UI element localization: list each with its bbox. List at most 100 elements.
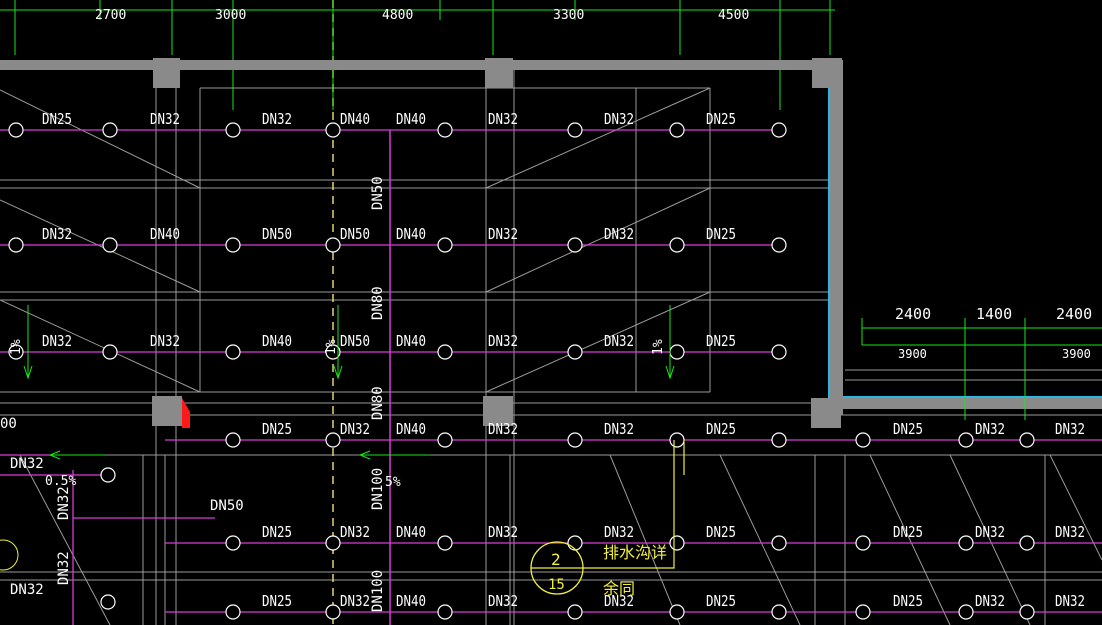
pipe-size-label: DN32 (150, 332, 180, 350)
sprinkler-head (855, 535, 871, 551)
sprinkler-head (567, 237, 583, 253)
pipe-size-label: DN25 (706, 225, 736, 243)
slope-label: 0.5% (45, 474, 76, 489)
sprinkler-head (325, 237, 341, 253)
left-edge-label: 00 (0, 416, 17, 432)
sprinkler-head (567, 604, 583, 620)
slope-label: 1% (324, 339, 339, 355)
top-dimension-3: 4800 (382, 8, 413, 23)
sprinkler-head (437, 432, 453, 448)
sprinkler-head (855, 604, 871, 620)
pipe-size-label: DN32 (150, 110, 180, 128)
top-dimension-4: 3300 (553, 8, 584, 23)
sprinkler-head (771, 604, 787, 620)
pipe-size-label: DN32 (42, 332, 72, 350)
slope-label: 5% (385, 475, 401, 490)
sprinkler-head (100, 467, 116, 483)
pipe-size-label: DN32 (488, 110, 518, 128)
pipe-size-label: DN40 (396, 225, 426, 243)
pipe-size-label: DN40 (396, 332, 426, 350)
sprinkler-head (771, 122, 787, 138)
sprinkler-head (669, 604, 685, 620)
sprinkler-head (771, 432, 787, 448)
sprinkler-head (669, 535, 685, 551)
pipe-size-label: DN32 (604, 225, 634, 243)
pipe-size-label: DN25 (262, 420, 292, 438)
detail-note-line1: 排水沟详 (603, 543, 667, 562)
sprinkler-head (225, 535, 241, 551)
right-wing-wall (843, 398, 1102, 409)
detail-number: 2 (551, 550, 561, 569)
sprinkler-head (225, 237, 241, 253)
sprinkler-head (1019, 604, 1035, 620)
left-pipe-label: DN32 (56, 551, 72, 585)
sprinkler-head (855, 432, 871, 448)
branch-pipe-label: DN50 (210, 498, 244, 514)
pipe-size-label: DN25 (706, 592, 736, 610)
pipe-size-label: DN25 (706, 523, 736, 541)
sprinkler-head (225, 122, 241, 138)
pipe-size-label: DN32 (262, 110, 292, 128)
pipe-size-label: DN32 (488, 420, 518, 438)
sprinkler-head (1019, 535, 1035, 551)
column (812, 58, 842, 88)
left-pipe-label: DN32 (56, 486, 72, 520)
pipe-size-label: DN32 (975, 523, 1005, 541)
column (152, 396, 182, 426)
sprinkler-head (437, 604, 453, 620)
pipe-size-label: DN25 (262, 592, 292, 610)
top-dimension-5: 4500 (718, 8, 749, 23)
slope-label: 1% (651, 339, 666, 355)
sprinkler-head (225, 344, 241, 360)
pipe-size-label: DN32 (975, 592, 1005, 610)
sprinkler-head (669, 344, 685, 360)
top-dimension-2: 3000 (215, 8, 246, 23)
sprinkler-head (669, 122, 685, 138)
sprinkler-head (567, 344, 583, 360)
top-dimension-1: 2700 (95, 8, 126, 23)
right-dimension-upper-1: 2400 (895, 305, 931, 323)
sprinkler-head (567, 535, 583, 551)
sprinkler-head (325, 535, 341, 551)
vertical-pipe-label: DN50 (370, 176, 386, 210)
pipe-size-label: DN32 (488, 523, 518, 541)
pipe-size-label: DN32 (340, 592, 370, 610)
right-dimension-lower-2: 3900 (1062, 347, 1091, 361)
sprinkler-head (437, 344, 453, 360)
pipe-size-label: DN50 (262, 225, 292, 243)
sprinkler-head (958, 535, 974, 551)
sprinkler-head (958, 432, 974, 448)
detail-note-line2: 余同 (603, 579, 635, 598)
sprinkler-head (437, 122, 453, 138)
pipe-size-label: DN32 (604, 110, 634, 128)
right-dimension-lower-1: 3900 (898, 347, 927, 361)
sprinkler-head (325, 122, 341, 138)
pipe-size-label: DN25 (262, 523, 292, 541)
column (811, 398, 841, 428)
left-pipe-label: DN32 (10, 456, 44, 472)
column (485, 58, 513, 88)
pipe-size-label: DN40 (396, 420, 426, 438)
sprinkler-head (771, 535, 787, 551)
pipe-size-label: DN40 (396, 523, 426, 541)
pipe-size-label: DN50 (340, 225, 370, 243)
pipe-size-label: DN32 (975, 420, 1005, 438)
pipe-size-label: DN40 (262, 332, 292, 350)
right-dimension-upper-2: 1400 (976, 305, 1012, 323)
sprinkler-head (225, 604, 241, 620)
sprinkler-head (958, 604, 974, 620)
sprinkler-head (325, 604, 341, 620)
sprinkler-head (771, 344, 787, 360)
slope-label: 1% (9, 339, 24, 355)
sprinkler-head (437, 237, 453, 253)
sprinkler-head (437, 535, 453, 551)
pipe-size-label: DN32 (488, 332, 518, 350)
sprinkler-head (8, 237, 24, 253)
pipe-size-label: DN32 (1055, 592, 1085, 610)
vertical-pipe-label: DN100 (370, 570, 386, 612)
sprinkler-head (669, 237, 685, 253)
sprinkler-head (102, 122, 118, 138)
sprinkler-head (567, 122, 583, 138)
vertical-pipe-label: DN80 (370, 286, 386, 320)
left-pipe-label: DN32 (10, 582, 44, 598)
